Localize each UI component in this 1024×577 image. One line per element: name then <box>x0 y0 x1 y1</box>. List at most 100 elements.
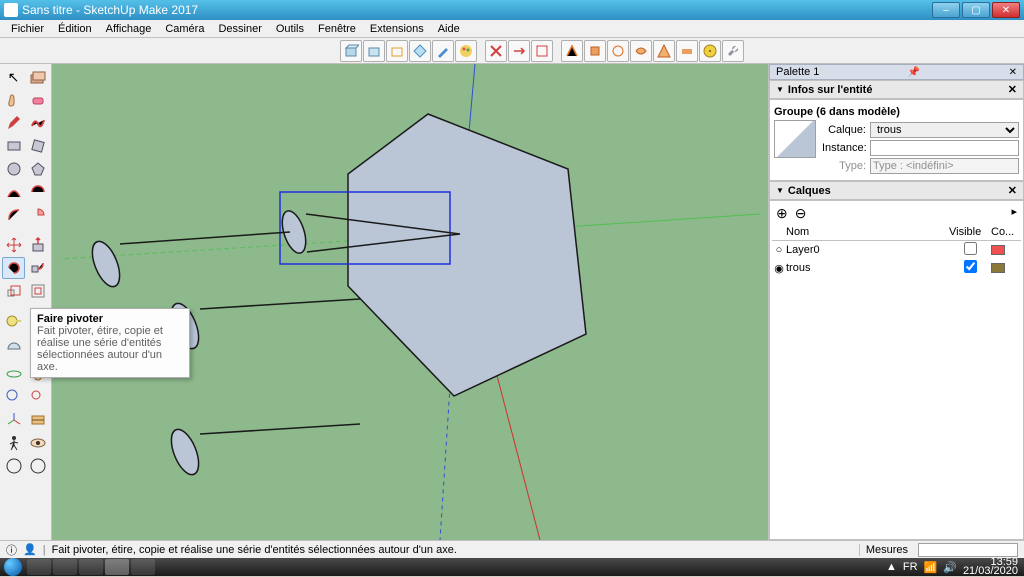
start-button[interactable] <box>4 558 22 576</box>
rotrect-icon[interactable] <box>26 135 49 157</box>
select-icon[interactable]: ↖ <box>2 66 25 88</box>
task-sketchup[interactable] <box>105 559 129 575</box>
pie-icon[interactable] <box>26 204 49 226</box>
zoomext-icon[interactable] <box>26 386 49 408</box>
layer-row[interactable]: ◉trous <box>772 259 1021 277</box>
axes-icon[interactable] <box>2 409 25 431</box>
cube-icon[interactable] <box>340 40 362 62</box>
look-icon[interactable] <box>26 432 49 454</box>
brush-icon[interactable] <box>432 40 454 62</box>
red-tool2-icon[interactable] <box>508 40 530 62</box>
orange3-icon[interactable] <box>607 40 629 62</box>
info-icon[interactable]: i <box>2 455 25 477</box>
layers-section[interactable]: Calques✕ <box>769 181 1024 200</box>
followme-icon[interactable] <box>26 257 49 279</box>
layer-row[interactable]: ○Layer0 <box>772 241 1021 259</box>
rotate-tooltip: Faire pivoter Fait pivoter, étire, copie… <box>30 308 190 378</box>
task-firefox[interactable] <box>79 559 103 575</box>
status-text: Fait pivoter, étire, copie et réalise un… <box>52 544 457 556</box>
pin-icon[interactable]: 📌 <box>908 67 920 78</box>
target-icon[interactable] <box>699 40 721 62</box>
tray-flag-icon[interactable]: ▲ <box>886 561 897 573</box>
task-ie[interactable] <box>27 559 51 575</box>
layers-icon[interactable] <box>26 66 49 88</box>
walk-icon[interactable] <box>2 432 25 454</box>
pushpull-icon[interactable] <box>26 234 49 256</box>
orange6-icon[interactable] <box>676 40 698 62</box>
help-icon[interactable]: ? <box>26 455 49 477</box>
app-icon <box>4 3 18 17</box>
pencil-icon[interactable] <box>2 112 25 134</box>
section-icon[interactable] <box>26 409 49 431</box>
instance-input[interactable] <box>870 140 1019 156</box>
menubar: FichierÉditionAffichageCaméraDessinerOut… <box>0 20 1024 38</box>
scale-icon[interactable] <box>2 280 25 302</box>
remove-layer-icon[interactable]: ⊖ <box>795 205 807 221</box>
top-toolbar <box>0 38 1024 64</box>
cube4-icon[interactable] <box>409 40 431 62</box>
polygon-icon[interactable] <box>26 158 49 180</box>
close-panel-icon[interactable]: ✕ <box>1009 67 1017 78</box>
orange4-icon[interactable] <box>630 40 652 62</box>
move-icon[interactable] <box>2 234 25 256</box>
orange2-icon[interactable] <box>584 40 606 62</box>
orbit-icon[interactable] <box>2 363 25 385</box>
menu-outils[interactable]: Outils <box>269 23 311 35</box>
cube2-icon[interactable] <box>363 40 385 62</box>
freehand-icon[interactable] <box>26 112 49 134</box>
layer-color-swatch[interactable] <box>991 245 1005 255</box>
lang-indicator[interactable]: FR <box>903 561 918 573</box>
eraser-icon[interactable] <box>26 89 49 111</box>
cube3-icon[interactable] <box>386 40 408 62</box>
arc2-icon[interactable] <box>26 181 49 203</box>
arc3-icon[interactable] <box>2 204 25 226</box>
circle-icon[interactable] <box>2 158 25 180</box>
hand-icon[interactable] <box>2 89 25 111</box>
task-other[interactable] <box>131 559 155 575</box>
task-explorer[interactable] <box>53 559 77 575</box>
palette-icon[interactable] <box>455 40 477 62</box>
status-icon2[interactable]: 👤 <box>23 543 37 556</box>
viewport[interactable] <box>52 64 768 540</box>
group-label: Groupe (6 dans modèle) <box>774 104 1019 120</box>
layer-menu-icon[interactable]: ▸ <box>1011 205 1017 218</box>
arc-icon[interactable] <box>2 181 25 203</box>
close-button[interactable]: ✕ <box>992 2 1020 18</box>
menu-dessiner[interactable]: Dessiner <box>211 23 268 35</box>
rect-icon[interactable] <box>2 135 25 157</box>
taskbar[interactable]: ▲ FR 📶 🔊 13:59 21/03/2020 <box>0 558 1024 576</box>
measures-input[interactable] <box>918 543 1018 557</box>
maximize-button[interactable]: ▢ <box>962 2 990 18</box>
red-tool1-icon[interactable] <box>485 40 507 62</box>
red-tool3-icon[interactable] <box>531 40 553 62</box>
minimize-button[interactable]: – <box>932 2 960 18</box>
rotate-icon[interactable] <box>2 257 25 279</box>
type-input <box>870 158 1019 174</box>
menu-affichage[interactable]: Affichage <box>99 23 159 35</box>
tape-icon[interactable] <box>2 310 25 332</box>
offset-icon[interactable] <box>26 280 49 302</box>
add-layer-icon[interactable]: ⊕ <box>776 205 788 221</box>
palette-header[interactable]: Palette 1📌✕ <box>769 64 1024 80</box>
orange5-icon[interactable] <box>653 40 675 62</box>
menu-fichier[interactable]: Fichier <box>4 23 51 35</box>
layer-select[interactable]: trous <box>870 122 1019 138</box>
menu-aide[interactable]: Aide <box>431 23 467 35</box>
tray-vol-icon[interactable]: 🔊 <box>943 561 957 574</box>
orange1-icon[interactable] <box>561 40 583 62</box>
menu-extensions[interactable]: Extensions <box>363 23 431 35</box>
menu-fenêtre[interactable]: Fenêtre <box>311 23 363 35</box>
status-icon[interactable]: ⓘ <box>6 542 17 558</box>
menu-édition[interactable]: Édition <box>51 23 99 35</box>
window-title: Sans titre - SketchUp Make 2017 <box>22 3 932 17</box>
protractor-icon[interactable] <box>2 333 25 355</box>
wrench-icon[interactable] <box>722 40 744 62</box>
layer-visible-checkbox[interactable] <box>964 242 977 255</box>
tray-net-icon[interactable]: 📶 <box>924 561 938 574</box>
menu-caméra[interactable]: Caméra <box>158 23 211 35</box>
clock-date[interactable]: 21/03/2020 <box>963 567 1018 576</box>
layer-visible-checkbox[interactable] <box>964 260 977 273</box>
zoom-icon[interactable] <box>2 386 25 408</box>
entity-section[interactable]: Infos sur l'entité✕ <box>769 80 1024 99</box>
layer-color-swatch[interactable] <box>991 263 1005 273</box>
